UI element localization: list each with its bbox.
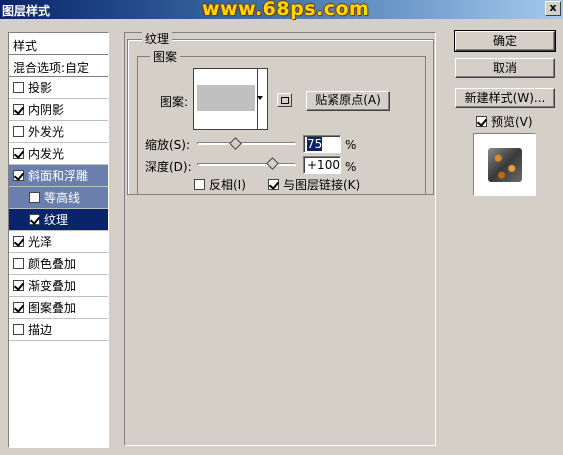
link-layer-option[interactable]: 与图层链接(K) [268,176,360,193]
style-item-checkbox[interactable] [13,280,24,291]
style-item-checkbox[interactable] [29,192,40,203]
depth-input[interactable]: +100 [303,156,341,174]
style-item[interactable]: 内阴影 [9,99,108,121]
invert-checkbox[interactable] [194,179,205,190]
style-item-label: 等高线 [44,191,81,205]
style-item-label: 投影 [28,81,53,95]
style-item-label: 斜面和浮雕 [28,169,89,183]
preview-label: 预览(V) [491,115,533,129]
preview-checkbox[interactable] [476,116,487,127]
style-item-label: 内发光 [28,147,65,161]
depth-value: +100 [307,158,340,172]
style-item-checkbox[interactable] [13,104,24,115]
style-item-checkbox[interactable] [13,258,24,269]
depth-slider-track[interactable] [197,163,296,166]
scale-percent: % [345,138,357,152]
texture-group-title: 纹理 [142,30,173,47]
scale-value: 75 [307,137,323,151]
style-item[interactable]: 光泽 [9,231,108,253]
style-item-label: 描边 [28,323,53,337]
style-item-checkbox[interactable] [13,324,24,335]
close-icon: x [549,1,557,14]
style-item[interactable]: 图案叠加 [9,297,108,319]
style-item-label: 光泽 [28,235,53,249]
style-item[interactable]: 描边 [9,319,108,341]
style-items: 投影内阴影外发光内发光斜面和浮雕等高线纹理光泽颜色叠加渐变叠加图案叠加描边 [9,77,108,341]
style-item[interactable]: 斜面和浮雕 [9,165,108,187]
link-layer-label: 与图层链接(K) [283,178,361,192]
new-preset-icon[interactable] [277,93,292,107]
style-item[interactable]: 内发光 [9,143,108,165]
style-item-checkbox[interactable] [13,170,24,181]
pattern-group-title: 图案 [150,48,181,65]
style-item-label: 纹理 [44,213,69,227]
style-item-checkbox[interactable] [29,214,40,225]
depth-percent: % [345,160,357,174]
scale-input[interactable]: 75 [303,135,341,153]
style-item[interactable]: 纹理 [9,209,108,231]
style-item-checkbox[interactable] [13,236,24,247]
window-title: 图层样式 [2,4,51,18]
style-item-label: 图案叠加 [28,301,77,315]
invert-label: 反相(I) [209,178,246,192]
style-item-label: 颜色叠加 [28,257,77,271]
scale-slider-track[interactable] [197,142,296,145]
pattern-label: 图案: [160,95,189,109]
pattern-swatch [197,85,255,111]
title-bar: 图层样式 www.68ps.com x [0,0,563,20]
invert-option[interactable]: 反相(I) [194,176,246,193]
styles-list: 样式 混合选项:自定 投影内阴影外发光内发光斜面和浮雕等高线纹理光泽颜色叠加渐变… [8,32,109,448]
style-item[interactable]: 投影 [9,77,108,99]
dropdown-arrow-icon[interactable] [257,96,263,100]
style-item[interactable]: 外发光 [9,121,108,143]
link-layer-checkbox[interactable] [268,179,279,190]
close-button[interactable]: x [545,1,561,16]
new-style-button[interactable]: 新建样式(W)... [455,88,555,108]
ok-button[interactable]: 确定 [454,30,556,52]
blend-options-item[interactable]: 混合选项:自定 [9,55,108,77]
snap-origin-button[interactable]: 贴紧原点(A) [306,91,390,111]
style-item-checkbox[interactable] [13,148,24,159]
preview-thumbnail [488,148,522,182]
styles-header[interactable]: 样式 [9,33,108,55]
style-item[interactable]: 渐变叠加 [9,275,108,297]
style-item-checkbox[interactable] [13,302,24,313]
style-item-checkbox[interactable] [13,126,24,137]
preview-option[interactable]: 预览(V) [476,113,533,130]
style-item-label: 内阴影 [28,103,65,117]
style-item-label: 渐变叠加 [28,279,77,293]
watermark: www.68ps.com [202,0,370,20]
style-item[interactable]: 等高线 [9,187,108,209]
scale-label: 缩放(S): [145,138,191,152]
style-item[interactable]: 颜色叠加 [9,253,108,275]
style-preview [473,133,536,196]
depth-label: 深度(D): [145,160,192,174]
style-item-label: 外发光 [28,125,65,139]
style-item-checkbox[interactable] [13,82,24,93]
cancel-button[interactable]: 取消 [455,58,555,78]
